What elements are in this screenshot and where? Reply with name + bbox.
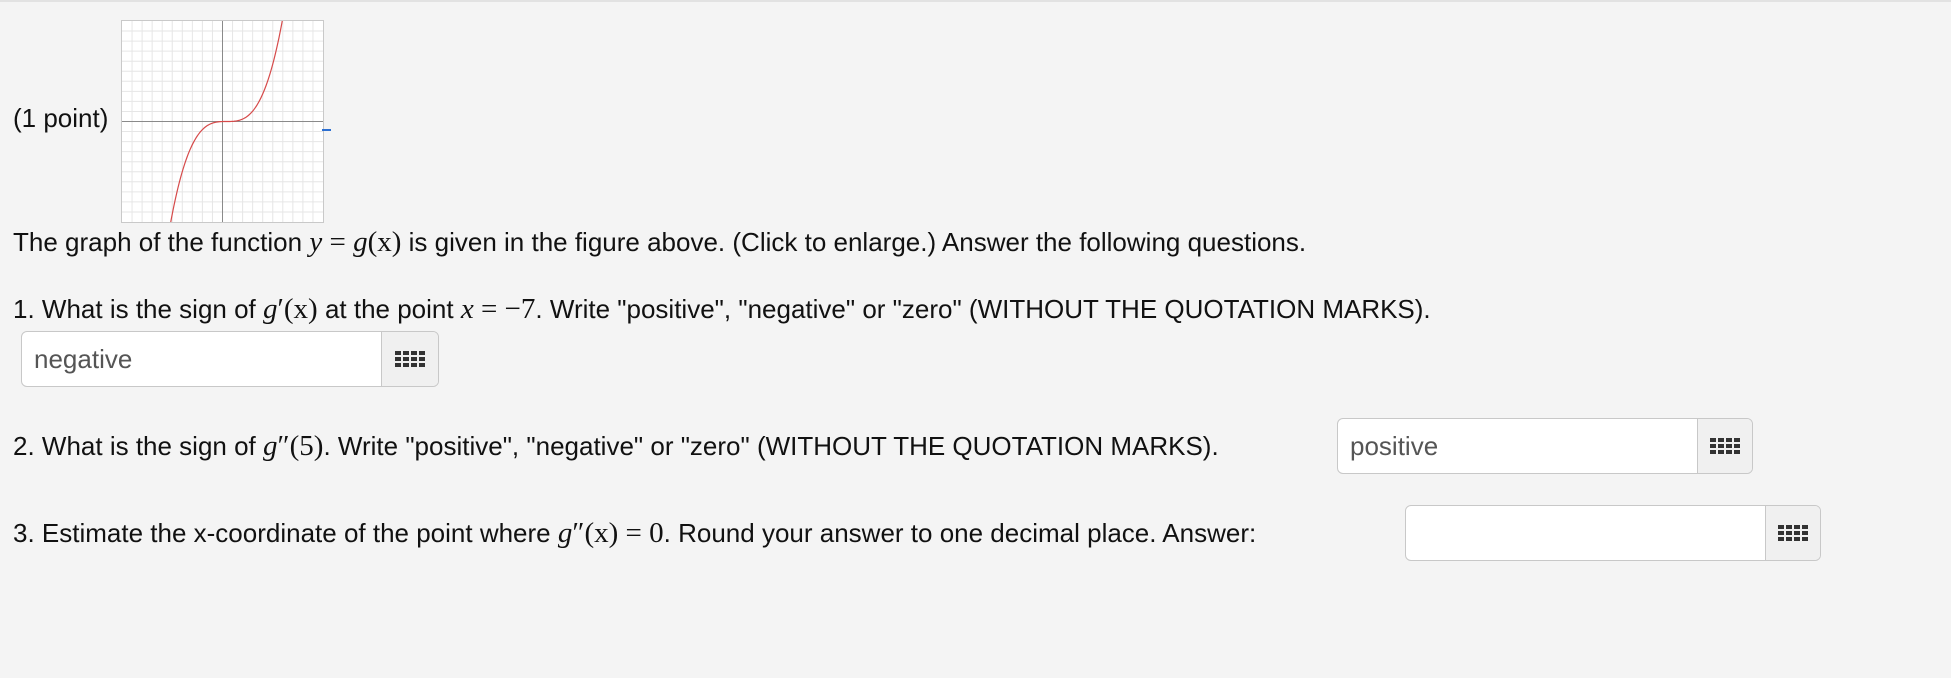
q1-math-point: x = −7 — [461, 293, 536, 325]
q1-text-b: at the point — [324, 294, 454, 324]
math-g: g — [263, 430, 278, 462]
math-g: g — [263, 293, 278, 325]
grid-icon — [1778, 525, 1808, 541]
intro-before: The graph of the function — [13, 227, 303, 257]
grid-icon — [395, 351, 425, 367]
intro-after: is given in the figure above. (Click to … — [408, 227, 1307, 257]
math-arg: (x) — [283, 293, 318, 325]
question-1-text: 1. What is the sign of g′(x) at the poin… — [13, 293, 1431, 326]
question-2-text: 2. What is the sign of g″(5). Write "pos… — [13, 430, 1219, 463]
answer-2-field — [1337, 418, 1753, 474]
figure-link-marker[interactable] — [322, 129, 331, 131]
answer-3-keypad-button[interactable] — [1765, 506, 1820, 560]
math-value: = −7 — [473, 293, 536, 325]
points-label: (1 point) — [13, 103, 109, 133]
graph-svg — [122, 21, 323, 222]
q3-math-condition: g″(x) = 0 — [558, 517, 664, 549]
answer-1-field — [21, 331, 439, 387]
q1-text-a: 1. What is the sign of — [13, 294, 256, 324]
math-double-prime: ″ — [277, 430, 290, 462]
math-eq: = 0 — [618, 517, 664, 549]
answer-2-keypad-button[interactable] — [1697, 419, 1752, 473]
answer-2-input[interactable] — [1338, 419, 1697, 473]
intro-text: The graph of the function y = g(x) is gi… — [13, 226, 1306, 259]
math-arg: (x) — [584, 517, 619, 549]
top-divider — [0, 0, 1951, 2]
q3-text-a: 3. Estimate the x-coordinate of the poin… — [13, 518, 551, 548]
q2-math-second-derivative: g″(5) — [263, 430, 323, 462]
q1-math-derivative: g′(x) — [263, 293, 318, 325]
question-3-text: 3. Estimate the x-coordinate of the poin… — [13, 517, 1256, 550]
answer-3-field — [1405, 505, 1821, 561]
answer-3-input[interactable] — [1406, 506, 1765, 560]
answer-1-keypad-button[interactable] — [381, 332, 438, 386]
math-x: x — [460, 293, 474, 325]
math-double-prime: ″ — [572, 517, 585, 549]
math-g: g — [557, 517, 573, 549]
q3-text-b: . Round your answer to one decimal place… — [663, 518, 1257, 548]
math-y: y — [309, 226, 323, 258]
q1-text-c: . Write "positive", "negative" or "zero"… — [535, 294, 1431, 324]
intro-math: y = g(x) — [309, 226, 401, 258]
math-arg: (5) — [289, 430, 324, 462]
grid-icon — [1710, 438, 1740, 454]
answer-1-input[interactable] — [22, 332, 381, 386]
math-g: g — [353, 226, 368, 258]
q2-text-b: . Write "positive", "negative" or "zero"… — [323, 431, 1219, 461]
math-arg: (x) — [367, 226, 402, 258]
function-graph-thumbnail[interactable] — [121, 20, 324, 223]
q2-text-a: 2. What is the sign of — [13, 431, 256, 461]
math-eq: = — [322, 226, 354, 258]
